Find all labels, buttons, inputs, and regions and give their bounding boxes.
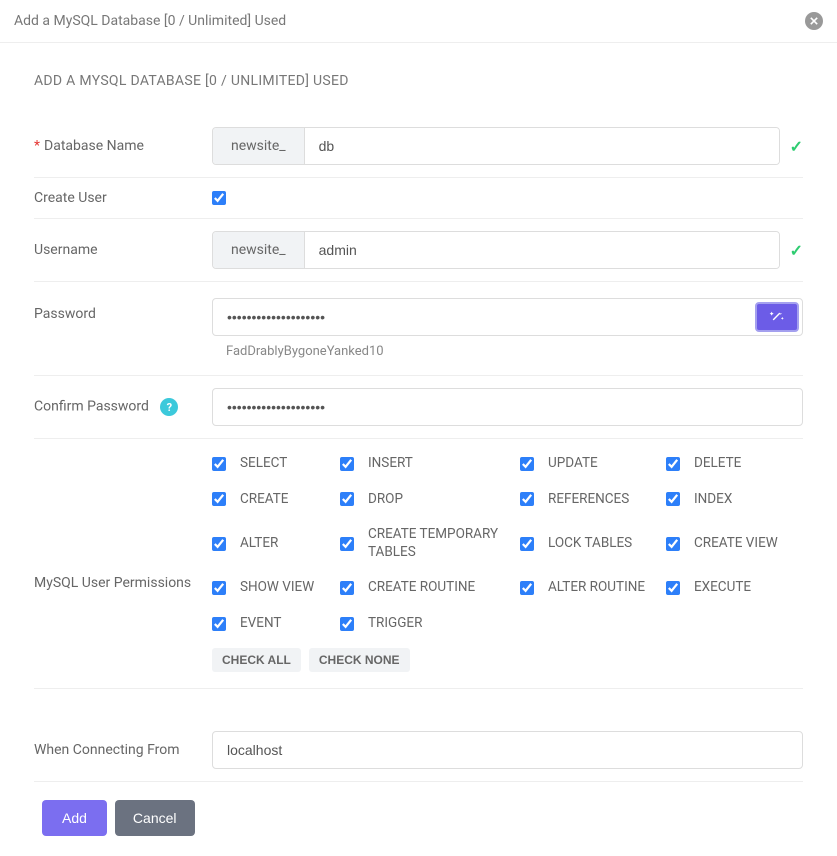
permission-checkbox[interactable] [666, 581, 680, 595]
permission-label: INDEX [694, 491, 732, 509]
permission-checkbox[interactable] [520, 537, 534, 551]
permission-checkbox[interactable] [212, 457, 226, 471]
row-permissions: MySQL User Permissions SELECT INSERT UPDAT… [34, 439, 803, 689]
password-plain-text: FadDrablyBygoneYanked10 [212, 344, 803, 359]
permission-create-temporary-tables[interactable]: CREATE TEMPORARY TABLES [340, 526, 512, 561]
check-icon: ✓ [790, 241, 803, 260]
generate-password-button[interactable] [755, 302, 799, 332]
username-input[interactable] [305, 232, 779, 268]
permission-label: EVENT [240, 615, 281, 633]
permission-checkbox[interactable] [212, 581, 226, 595]
row-connecting-from: When Connecting From [34, 719, 803, 782]
cancel-button[interactable]: Cancel [115, 800, 195, 836]
help-icon[interactable]: ? [160, 398, 178, 416]
permission-update[interactable]: UPDATE [520, 455, 658, 473]
permission-label: REFERENCES [548, 491, 629, 509]
permission-label: DROP [368, 491, 403, 509]
check-icon: ✓ [790, 137, 803, 156]
row-password: Password FadDrablyBygoneYanked10 [34, 282, 803, 376]
permission-show-view[interactable]: SHOW VIEW [212, 579, 332, 597]
permission-label: CREATE ROUTINE [368, 579, 475, 597]
label-username: Username [34, 242, 212, 258]
titlebar: Add a MySQL Database [0 / Unlimited] Use… [0, 0, 837, 43]
section-title: ADD A MYSQL DATABASE [0 / UNLIMITED] USE… [34, 73, 803, 89]
permission-checkbox[interactable] [212, 492, 226, 506]
permission-lock-tables[interactable]: LOCK TABLES [520, 526, 658, 561]
permission-create-routine[interactable]: CREATE ROUTINE [340, 579, 512, 597]
row-database-name: *Database Name newsite_ ✓ [34, 115, 803, 178]
permission-checkbox[interactable] [212, 537, 226, 551]
permission-label: EXECUTE [694, 579, 751, 597]
check-none-button[interactable]: CHECK NONE [309, 648, 410, 672]
permission-checkbox[interactable] [340, 617, 354, 631]
connecting-from-input[interactable] [212, 731, 803, 769]
create-user-checkbox[interactable] [212, 191, 226, 205]
permission-checkbox[interactable] [340, 457, 354, 471]
close-icon [810, 17, 818, 25]
permission-insert[interactable]: INSERT [340, 455, 512, 473]
permission-label: CREATE VIEW [694, 535, 778, 553]
permission-label: CREATE TEMPORARY TABLES [368, 526, 512, 561]
close-button[interactable] [805, 12, 823, 30]
permission-event[interactable]: EVENT [212, 615, 332, 633]
permission-label: ALTER [240, 535, 278, 553]
label-confirm-password: Confirm Password ? [34, 398, 212, 416]
permission-label: UPDATE [548, 455, 598, 473]
db-name-prefix: newsite_ [213, 128, 305, 164]
permission-checkbox[interactable] [666, 492, 680, 506]
permission-checkbox[interactable] [520, 492, 534, 506]
permission-checkbox[interactable] [340, 492, 354, 506]
add-button[interactable]: Add [42, 800, 107, 836]
permission-checkbox[interactable] [520, 581, 534, 595]
permission-alter[interactable]: ALTER [212, 526, 332, 561]
magic-wand-icon [769, 309, 785, 325]
permission-references[interactable]: REFERENCES [520, 491, 658, 509]
check-all-button[interactable]: CHECK ALL [212, 648, 301, 672]
db-name-input[interactable] [305, 128, 779, 164]
row-username: Username newsite_ ✓ [34, 219, 803, 282]
permission-checkbox[interactable] [340, 537, 354, 551]
permission-label: SELECT [240, 455, 287, 473]
row-confirm-password: Confirm Password ? [34, 376, 803, 439]
permission-label: SHOW VIEW [240, 579, 314, 597]
permission-checkbox[interactable] [666, 457, 680, 471]
permissions-grid: SELECT INSERT UPDATE DELETE CREATE DROP REFERE… [212, 455, 803, 632]
permission-label: ALTER ROUTINE [548, 579, 645, 597]
permission-label: TRIGGER [368, 615, 422, 633]
label-connecting-from: When Connecting From [34, 742, 212, 758]
permission-label: CREATE [240, 491, 288, 509]
row-create-user: Create User [34, 178, 803, 219]
permission-delete[interactable]: DELETE [666, 455, 803, 473]
username-prefix: newsite_ [213, 232, 305, 268]
password-input[interactable] [212, 298, 803, 336]
permission-checkbox[interactable] [666, 537, 680, 551]
confirm-password-input[interactable] [212, 388, 803, 426]
permission-alter-routine[interactable]: ALTER ROUTINE [520, 579, 658, 597]
label-database-name: *Database Name [34, 138, 212, 154]
permission-checkbox[interactable] [212, 617, 226, 631]
permission-checkbox[interactable] [340, 581, 354, 595]
permission-index[interactable]: INDEX [666, 491, 803, 509]
permission-label: DELETE [694, 455, 741, 473]
permission-drop[interactable]: DROP [340, 491, 512, 509]
permission-create-view[interactable]: CREATE VIEW [666, 526, 803, 561]
permission-label: LOCK TABLES [548, 535, 632, 553]
window-title: Add a MySQL Database [0 / Unlimited] Use… [14, 13, 286, 29]
label-password: Password [34, 298, 212, 322]
permission-label: INSERT [368, 455, 413, 473]
permission-checkbox[interactable] [520, 457, 534, 471]
permission-create[interactable]: CREATE [212, 491, 332, 509]
permission-select[interactable]: SELECT [212, 455, 332, 473]
permission-trigger[interactable]: TRIGGER [340, 615, 512, 633]
label-permissions: MySQL User Permissions [34, 455, 212, 591]
permission-execute[interactable]: EXECUTE [666, 579, 803, 597]
label-create-user: Create User [34, 190, 212, 206]
